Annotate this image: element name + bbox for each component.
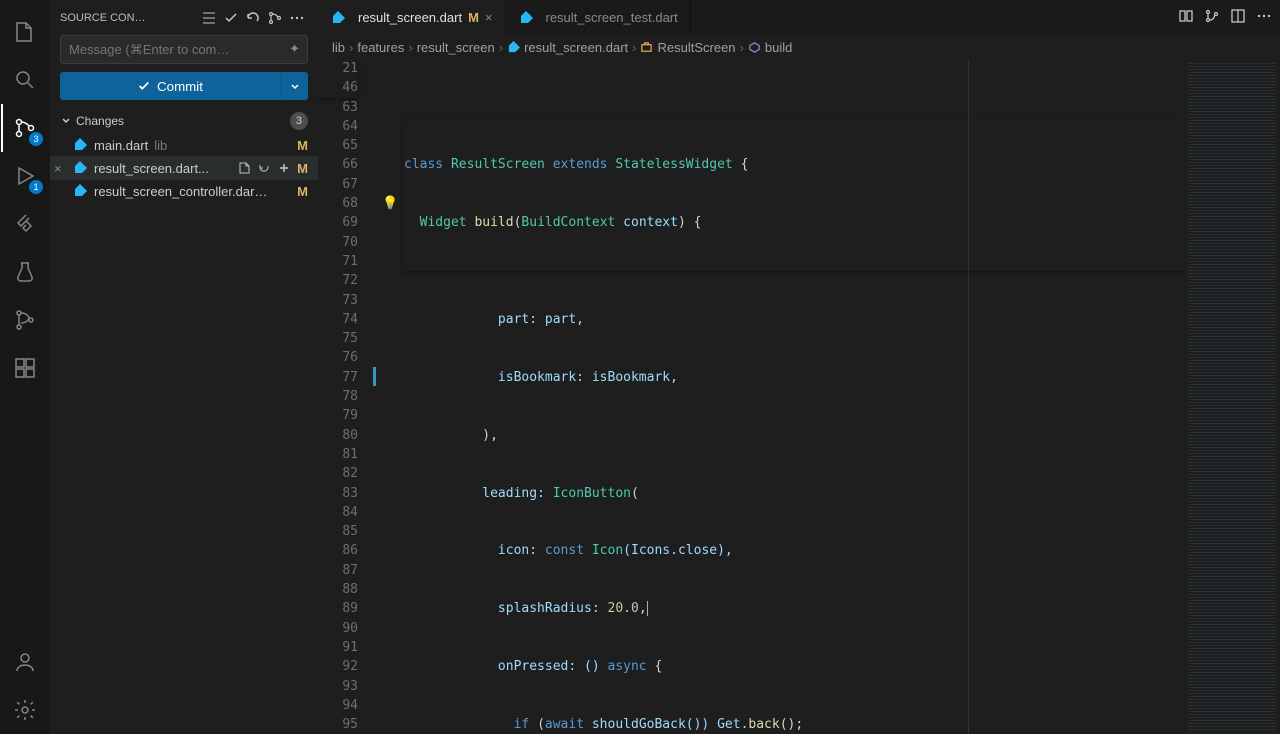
dart-file-icon bbox=[72, 183, 88, 199]
extensions-icon[interactable] bbox=[1, 344, 49, 392]
check-icon[interactable] bbox=[220, 7, 242, 29]
flutter-icon[interactable] bbox=[1, 200, 49, 248]
dart-file-icon bbox=[330, 10, 346, 26]
class-icon bbox=[640, 41, 653, 54]
method-icon bbox=[748, 41, 761, 54]
sidebar: SOURCE CON… ✦ Commit Changes 3 bbox=[50, 0, 318, 734]
modified-badge: M bbox=[297, 161, 308, 176]
changes-section-header[interactable]: Changes 3 bbox=[50, 108, 318, 134]
tab-result-screen-test[interactable]: result_screen_test.dart bbox=[506, 0, 691, 35]
activity-bar: 3 1 bbox=[0, 0, 50, 734]
account-icon[interactable] bbox=[1, 638, 49, 686]
line-gutter: 21 46 63 64 65 66 67 68 69 70 71 72 73 7… bbox=[318, 59, 376, 734]
dart-file-icon bbox=[72, 160, 88, 176]
git-graph-icon[interactable] bbox=[1, 296, 49, 344]
run-debug-icon[interactable]: 1 bbox=[1, 152, 49, 200]
changes-label: Changes bbox=[76, 114, 290, 128]
changed-file-row[interactable]: main.dart lib M bbox=[50, 134, 318, 156]
commit-dropdown-button[interactable] bbox=[280, 72, 308, 100]
refresh-icon[interactable] bbox=[242, 7, 264, 29]
branch-icon[interactable] bbox=[1204, 8, 1220, 27]
more-icon[interactable] bbox=[1256, 8, 1272, 27]
commit-button-label: Commit bbox=[157, 79, 203, 94]
source-control-icon[interactable]: 3 bbox=[1, 104, 49, 152]
sidebar-title: SOURCE CON… bbox=[60, 12, 198, 24]
open-file-icon[interactable] bbox=[235, 159, 253, 177]
code-editor[interactable]: 21 46 63 64 65 66 67 68 69 70 71 72 73 7… bbox=[318, 59, 1280, 734]
chevron-down-icon bbox=[60, 114, 72, 129]
split-editor-icon[interactable] bbox=[1230, 8, 1246, 27]
testing-icon[interactable] bbox=[1, 248, 49, 296]
discard-icon[interactable] bbox=[255, 159, 273, 177]
changes-count: 3 bbox=[290, 112, 308, 130]
tab-label: result_screen_test.dart bbox=[546, 10, 678, 25]
changed-file-row[interactable]: × result_screen.dart... M bbox=[50, 156, 318, 180]
modified-line-indicator bbox=[373, 367, 376, 386]
modified-indicator: M bbox=[468, 10, 479, 25]
settings-gear-icon[interactable] bbox=[1, 686, 49, 734]
close-icon[interactable]: × bbox=[54, 161, 72, 176]
lightbulb-icon[interactable]: 💡 bbox=[382, 194, 398, 213]
explorer-icon[interactable] bbox=[1, 8, 49, 56]
scm-badge: 3 bbox=[29, 132, 43, 146]
debug-badge: 1 bbox=[29, 180, 43, 194]
gutter-decorations: 💡 bbox=[376, 59, 404, 734]
sidebar-header: SOURCE CON… bbox=[50, 0, 318, 35]
search-icon[interactable] bbox=[1, 56, 49, 104]
tab-label: result_screen.dart bbox=[358, 10, 462, 25]
editor-area: result_screen.dart M × result_screen_tes… bbox=[318, 0, 1280, 734]
sparkle-icon[interactable]: ✦ bbox=[289, 41, 300, 57]
close-icon[interactable]: × bbox=[485, 10, 493, 25]
view-tree-icon[interactable] bbox=[198, 7, 220, 29]
minimap[interactable] bbox=[1184, 59, 1280, 734]
modified-badge: M bbox=[297, 184, 308, 199]
tab-actions bbox=[1170, 0, 1280, 35]
code-content[interactable]: class ResultScreen extends StatelessWidg… bbox=[404, 59, 1184, 734]
dart-file-icon bbox=[518, 10, 534, 26]
editor-tabs: result_screen.dart M × result_screen_tes… bbox=[318, 0, 1280, 35]
editor-ruler bbox=[968, 59, 969, 734]
commit-graph-icon[interactable] bbox=[264, 7, 286, 29]
commit-message-input[interactable] bbox=[60, 35, 308, 64]
tab-result-screen[interactable]: result_screen.dart M × bbox=[318, 0, 506, 35]
modified-badge: M bbox=[297, 138, 308, 153]
compare-changes-icon[interactable] bbox=[1178, 8, 1194, 27]
commit-button[interactable]: Commit bbox=[60, 72, 280, 100]
dart-file-icon bbox=[507, 41, 520, 54]
changed-file-row[interactable]: result_screen_controller.dar… M bbox=[50, 180, 318, 202]
dart-file-icon bbox=[72, 137, 88, 153]
stage-icon[interactable] bbox=[275, 159, 293, 177]
more-icon[interactable] bbox=[286, 7, 308, 29]
breadcrumb[interactable]: lib› features› result_screen› result_scr… bbox=[318, 35, 1280, 59]
